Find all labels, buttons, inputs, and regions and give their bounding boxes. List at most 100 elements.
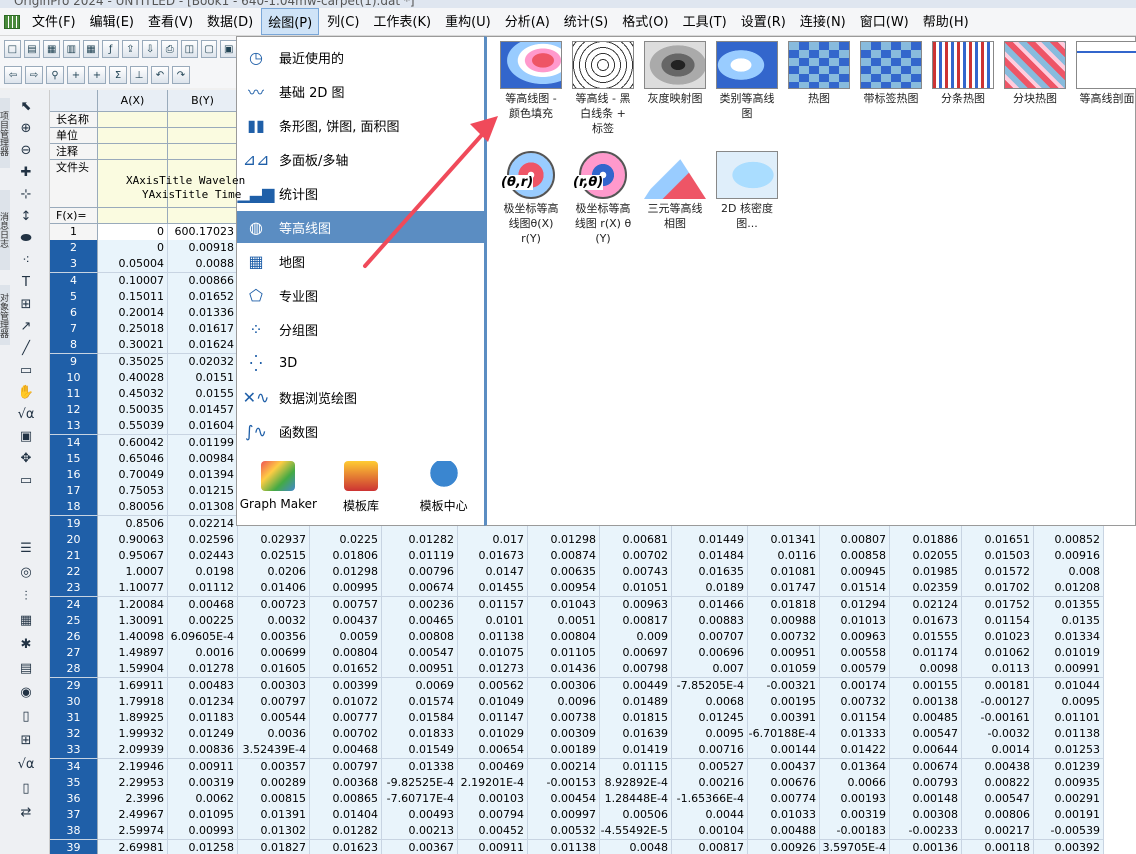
table-cell[interactable]: 0.00391 [748, 710, 820, 727]
table-cell[interactable]: 0.00399 [310, 677, 382, 695]
table-cell[interactable]: 0.01815 [600, 710, 672, 727]
scale-icon[interactable]: ↕ [16, 208, 36, 226]
table-cell[interactable]: 0.00468 [168, 596, 238, 614]
plot-category-11[interactable]: ∫∿ 函数图 [237, 415, 485, 447]
menu-15[interactable]: 帮助(H) [917, 8, 975, 35]
table-cell[interactable]: 0.00438 [962, 758, 1034, 776]
table-cell[interactable]: 0.00468 [310, 742, 382, 760]
table-cell[interactable]: 0.00797 [310, 758, 382, 776]
object-manager-tab[interactable]: 对象管理器 [0, 285, 10, 345]
table-cell[interactable]: 0.01157 [458, 596, 528, 614]
row-number[interactable]: 36 [50, 791, 98, 808]
function-icon[interactable]: ƒ [102, 40, 120, 58]
table-cell[interactable]: 0.00774 [748, 791, 820, 808]
table-cell[interactable]: -6.70188E-4 [748, 726, 820, 744]
row-number[interactable]: 9 [50, 353, 98, 371]
table-cell[interactable]: 0.01651 [962, 531, 1034, 549]
table-cell[interactable]: 0.01833 [382, 726, 458, 744]
gallery-item-block-heatmap-icon[interactable]: 分块热图 [1001, 41, 1069, 106]
table-cell[interactable]: 0.0198 [168, 564, 238, 582]
row-number[interactable]: 16 [50, 467, 98, 484]
row-number[interactable]: 20 [50, 531, 98, 549]
table-cell[interactable]: 0.00716 [672, 742, 748, 760]
table-cell[interactable]: 0.01827 [238, 839, 310, 854]
table-cell[interactable]: 0.01112 [168, 580, 238, 598]
gallery-item-contour-bw-icon[interactable]: 等高线 - 黑白线条 + 标签 [569, 41, 637, 136]
region-mask-icon[interactable]: ▣ [16, 428, 36, 446]
table-cell[interactable]: 0.00308 [890, 807, 962, 825]
table-cell[interactable]: 0.01484 [672, 548, 748, 565]
table-cell[interactable]: -0.00161 [962, 710, 1034, 727]
table-cell[interactable]: 0.00289 [238, 774, 310, 792]
table-cell[interactable]: 0.0225 [310, 531, 382, 549]
row-number[interactable]: 11 [50, 386, 98, 403]
table-cell[interactable]: 0.02214 [168, 515, 238, 533]
add-row-icon[interactable]: + [88, 66, 106, 84]
menu-3[interactable]: 数据(D) [201, 8, 259, 35]
gallery-item-heatmap-icon[interactable]: 热图 [785, 41, 853, 106]
table-cell[interactable]: 0.01081 [748, 564, 820, 582]
table-cell[interactable]: 0.00995 [310, 580, 382, 598]
table-cell[interactable]: 0.01033 [748, 807, 820, 825]
table-cell[interactable]: 0.10007 [98, 272, 168, 290]
table-cell[interactable]: 0.00806 [962, 807, 1034, 825]
table-cell[interactable]: 0.0095 [1034, 693, 1104, 711]
table-cell[interactable]: 0.01154 [962, 612, 1034, 630]
table-cell[interactable]: 0.00918 [168, 240, 238, 258]
table-cell[interactable]: 0.00993 [168, 823, 238, 841]
table-cell[interactable]: 0.01514 [820, 580, 890, 598]
table-cell[interactable]: -0.00127 [962, 693, 1034, 711]
table-cell[interactable]: 0.00707 [672, 629, 748, 646]
row-number[interactable]: 12 [50, 402, 98, 420]
stack-icon[interactable]: ⫶ [16, 588, 36, 606]
column-header-0[interactable]: A(X) [98, 90, 168, 112]
table-cell[interactable]: 3.59705E-4 [820, 839, 890, 854]
table-cell[interactable]: 0.02937 [238, 531, 310, 549]
table-cell[interactable]: 0.01154 [820, 710, 890, 727]
table-cell[interactable]: 0.00319 [168, 774, 238, 792]
table-cell[interactable]: 0.0066 [820, 774, 890, 792]
table-cell[interactable]: 0.0059 [310, 629, 382, 646]
table-cell[interactable]: 0.01336 [168, 305, 238, 322]
table-cell[interactable]: 0.00191 [1034, 807, 1104, 825]
table-cell[interactable]: 0.00654 [458, 742, 528, 760]
table-cell[interactable]: 0.01333 [820, 726, 890, 744]
table-cell[interactable]: 0.00155 [890, 677, 962, 695]
table-cell[interactable]: 0.02032 [168, 353, 238, 371]
table-cell[interactable]: 0.40028 [98, 369, 168, 387]
table-cell[interactable]: 0.00696 [672, 645, 748, 663]
table-cell[interactable]: 0.00213 [382, 823, 458, 841]
table-cell[interactable]: 0.00858 [820, 548, 890, 565]
redo-icon[interactable]: ↷ [172, 66, 190, 84]
row-number[interactable]: 22 [50, 564, 98, 582]
table-cell[interactable]: 0.01183 [168, 710, 238, 727]
menu-14[interactable]: 窗口(W) [854, 8, 915, 35]
table-cell[interactable]: 0.95067 [98, 548, 168, 565]
menu-13[interactable]: 连接(N) [794, 8, 852, 35]
table-cell[interactable]: 0.01404 [310, 807, 382, 825]
gallery-item-polar-contour-r-theta-icon[interactable]: (r,θ) 极坐标等高 线图 r(X) θ (Y) [569, 151, 637, 246]
table-cell[interactable]: 0.00547 [890, 726, 962, 744]
table-cell[interactable]: 0.01818 [748, 596, 820, 614]
list-icon[interactable]: ▤ [16, 660, 36, 678]
table-cell[interactable]: 0.00808 [382, 629, 458, 646]
table-cell[interactable]: 0.8506 [98, 515, 168, 533]
undo-icon[interactable]: ↶ [151, 66, 169, 84]
table-cell[interactable]: 0.75053 [98, 483, 168, 501]
table-cell[interactable]: 8.92892E-4 [600, 774, 672, 792]
table-cell[interactable]: 0.50035 [98, 402, 168, 420]
data-reader-icon[interactable]: ✚ [16, 164, 36, 182]
table-icon[interactable]: ⊞ [16, 296, 36, 314]
row-number[interactable]: 37 [50, 807, 98, 825]
table-cell[interactable]: 0.0014 [962, 742, 1034, 760]
table-cell[interactable]: 0.01013 [820, 612, 890, 630]
table-cell[interactable]: 0.00392 [1034, 839, 1104, 854]
export-icon[interactable]: ⇩ [141, 40, 159, 58]
table-cell[interactable]: 0.01298 [528, 531, 600, 549]
table-cell[interactable]: 1.28448E-4 [600, 791, 672, 808]
sheet-corner[interactable] [50, 90, 98, 112]
table-cell[interactable]: 0.0206 [238, 564, 310, 582]
table-cell[interactable]: 0 [98, 240, 168, 258]
new-icon[interactable]: □ [4, 40, 21, 58]
table-cell[interactable]: 0.01249 [168, 726, 238, 744]
